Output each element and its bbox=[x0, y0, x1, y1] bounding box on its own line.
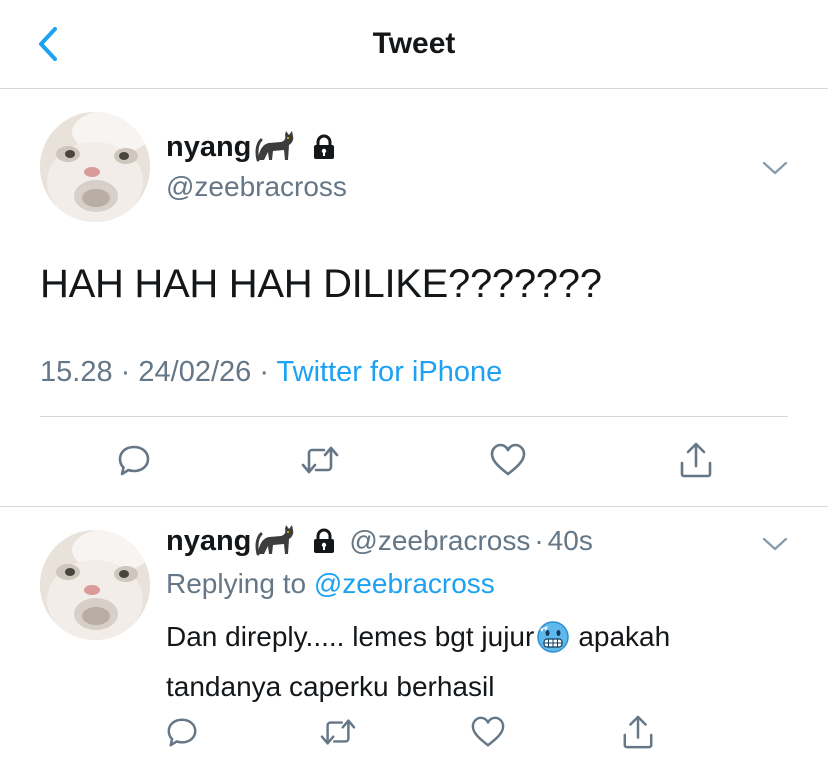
cat-photo-avatar bbox=[40, 530, 150, 640]
avatar[interactable] bbox=[40, 112, 150, 222]
heart-icon bbox=[471, 716, 505, 747]
lock-icon bbox=[311, 134, 337, 160]
user-handle[interactable]: @zeebracross bbox=[166, 170, 347, 204]
share-icon bbox=[623, 715, 653, 749]
cat-photo-avatar bbox=[40, 112, 150, 222]
replying-to-mention[interactable]: @zeebracross bbox=[314, 568, 495, 599]
reply-icon bbox=[167, 718, 197, 747]
tweet-time: 15.28 bbox=[40, 356, 113, 388]
replying-to-line: Replying to @zeebracross bbox=[166, 566, 495, 602]
cold-face-emoji bbox=[536, 620, 570, 666]
reply-header-row[interactable]: nyang @zeebracross · 40s bbox=[166, 524, 593, 558]
like-button[interactable] bbox=[486, 438, 530, 482]
black-cat-emoji bbox=[255, 130, 297, 164]
like-button[interactable] bbox=[466, 710, 510, 754]
reply-icon bbox=[118, 445, 150, 476]
tweet-menu-button[interactable] bbox=[760, 532, 790, 556]
replying-to-label: Replying to bbox=[166, 568, 307, 599]
meta-separator: · bbox=[120, 356, 131, 388]
page-title: Tweet bbox=[372, 27, 456, 60]
lock-icon bbox=[311, 528, 337, 554]
display-name: nyang bbox=[166, 525, 252, 557]
tweet-date: 24/02/26 bbox=[138, 356, 252, 388]
divider bbox=[40, 416, 788, 417]
tweet-text: HAH HAH HAH DILIKE??????? bbox=[40, 262, 602, 306]
tweet-source-link[interactable]: Twitter for iPhone bbox=[277, 356, 503, 388]
reply-text-part: Dan direply..... lemes bgt jujur bbox=[166, 621, 535, 652]
display-name: nyang bbox=[166, 131, 252, 163]
share-button[interactable] bbox=[674, 438, 718, 482]
divider bbox=[0, 506, 828, 507]
reply-button[interactable] bbox=[112, 438, 156, 482]
retweet-icon bbox=[301, 446, 339, 474]
reply-age: 40s bbox=[547, 525, 593, 556]
share-button[interactable] bbox=[616, 710, 660, 754]
retweet-icon bbox=[320, 719, 356, 745]
top-bar: Tweet bbox=[0, 0, 828, 89]
meta-separator: · bbox=[259, 356, 269, 388]
retweet-button[interactable] bbox=[298, 438, 342, 482]
display-name-row[interactable]: nyang bbox=[166, 130, 337, 164]
reply-text: Dan direply..... lemes bgt jujur apakah … bbox=[166, 616, 786, 708]
retweet-button[interactable] bbox=[316, 710, 360, 754]
avatar[interactable] bbox=[40, 530, 150, 640]
chevron-down-icon bbox=[762, 161, 788, 175]
black-cat-emoji bbox=[255, 524, 297, 558]
tweet-menu-button[interactable] bbox=[760, 156, 790, 180]
reply-button[interactable] bbox=[160, 710, 204, 754]
share-icon bbox=[680, 442, 712, 478]
chevron-down-icon bbox=[762, 537, 788, 551]
user-handle: @zeebracross bbox=[349, 525, 531, 556]
meta-separator: · bbox=[534, 525, 544, 556]
heart-icon bbox=[490, 443, 526, 476]
tweet-meta: 15.28 · 24/02/26 · Twitter for iPhone bbox=[40, 354, 502, 390]
